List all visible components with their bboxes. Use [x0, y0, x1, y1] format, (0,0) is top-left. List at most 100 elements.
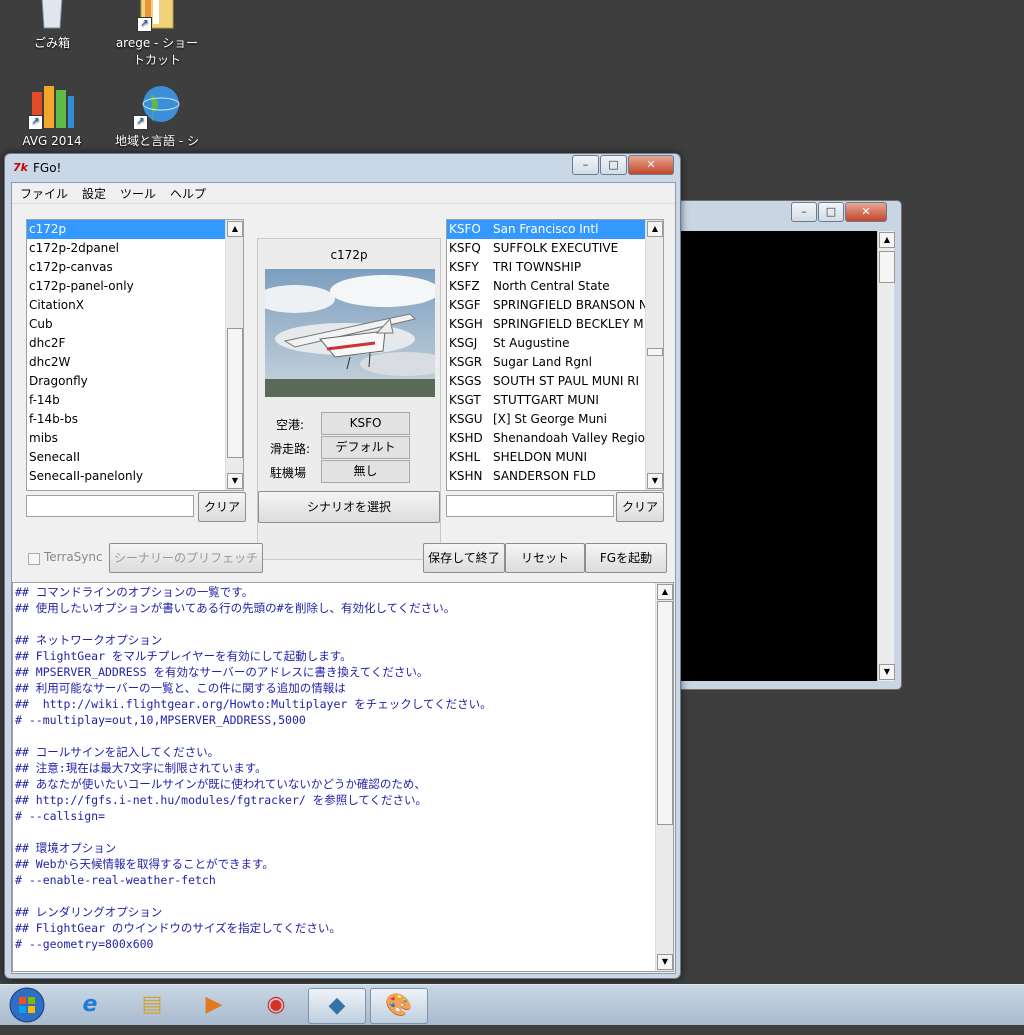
menu-tools[interactable]: ツール [120, 185, 156, 202]
select-scenario-button[interactable]: シナリオを選択 [258, 491, 440, 523]
aircraft-search-input[interactable] [26, 495, 194, 517]
start-orb-icon [9, 987, 45, 1023]
desktop-icon-arege-shortcut[interactable]: ↗ arege - ショートカット [112, 0, 202, 69]
config-line: ## http://wiki.flightgear.org/Howto:Mult… [15, 697, 492, 711]
taskbar-chrome[interactable]: ◉ [248, 988, 304, 1022]
airport-clear-button[interactable]: クリア [616, 492, 664, 522]
command-line-options-textarea[interactable]: ## コマンドラインのオプションの一覧です。 ## 使用したいオプションが書いてあ… [12, 582, 674, 972]
airport-search-input[interactable] [446, 495, 614, 517]
scroll-up-button[interactable]: ▲ [227, 221, 243, 237]
taskbar-paint[interactable]: 🎨 [370, 988, 428, 1024]
taskbar-internet-explorer[interactable]: e [62, 988, 118, 1022]
background-window[interactable]: – □ ✕ ▲ ▼ [660, 200, 902, 690]
aircraft-list-item[interactable]: SenecaII [27, 448, 243, 467]
textarea-scrollbar[interactable]: ▲ ▼ [655, 583, 673, 971]
menu-file[interactable]: ファイル [20, 185, 68, 202]
aircraft-list-item[interactable]: mibs [27, 429, 243, 448]
aircraft-list-item[interactable]: SenecaII-panelonly [27, 467, 243, 486]
scroll-up-button[interactable]: ▲ [657, 584, 673, 600]
aircraft-list[interactable]: c172p c172p-2dpanel c172p-canvas c172p-pane… [26, 219, 244, 491]
airport-list-item[interactable]: KSGR Sugar Land Rgnl [447, 353, 663, 372]
scroll-thumb[interactable] [647, 348, 663, 356]
scenery-prefetch-button[interactable]: シーナリーのプリフェッチ [109, 543, 263, 573]
minimize-button[interactable]: – [572, 155, 599, 175]
airport-list-item[interactable]: KSGT STUTTGART MUNI [447, 391, 663, 410]
aircraft-list-item[interactable]: c172p-2dpanel [27, 239, 243, 258]
airport-name: SOUTH ST PAUL MUNI RI [493, 374, 640, 388]
airport-list-item[interactable]: KSHN SANDERSON FLD [447, 467, 663, 486]
scroll-thumb[interactable] [227, 328, 243, 458]
aircraft-list-item[interactable]: f-14b [27, 391, 243, 410]
aircraft-list-item[interactable]: c172p-panel-only [27, 277, 243, 296]
scroll-up-button[interactable]: ▲ [647, 221, 663, 237]
internet-explorer-icon: e [82, 992, 98, 1017]
airport-list-scrollbar[interactable]: ▲ ▼ [645, 220, 663, 490]
airport-code: KSHN [449, 469, 483, 483]
taskbar-media-player[interactable]: ▶ [186, 988, 242, 1022]
launch-fg-button[interactable]: FGを起動 [585, 543, 667, 573]
airport-list-item[interactable]: KSHD Shenandoah Valley Region [447, 429, 663, 448]
fgo-window[interactable]: 7k FGo! – □ ✕ ファイル 設定 ツール ヘルプ c172p c172p… [4, 153, 681, 979]
runway-value[interactable]: デフォルト [321, 436, 410, 459]
scroll-up-button[interactable]: ▲ [879, 232, 895, 248]
reset-button[interactable]: リセット [505, 543, 585, 573]
scroll-down-button[interactable]: ▼ [657, 954, 673, 970]
aircraft-list-item[interactable]: dhc2F [27, 334, 243, 353]
menu-settings[interactable]: 設定 [82, 185, 106, 202]
maximize-button[interactable]: □ [818, 202, 844, 222]
airport-list-item[interactable]: KSGH SPRINGFIELD BECKLEY M [447, 315, 663, 334]
scroll-thumb[interactable] [879, 251, 895, 283]
config-line: ## 注意:現在は最大7文字に制限されています。 [15, 761, 267, 775]
aircraft-list-item[interactable]: Cub [27, 315, 243, 334]
config-line: ## 使用したいオプションが書いてある行の先頭の#を削除し、有効化してください。 [15, 601, 456, 615]
airport-list-item[interactable]: KSFO San Francisco Intl [447, 220, 663, 239]
airport-list[interactable]: KSFO San Francisco Intl KSFQ SUFFOLK EXECUT… [446, 219, 664, 491]
airport-value[interactable]: KSFO [321, 412, 410, 435]
start-button[interactable] [2, 987, 52, 1023]
taskbar: e ▤ ▶ ◉ ◆ 🎨 [0, 984, 1024, 1025]
runway-label: 滑走路: [270, 442, 311, 456]
minimize-button[interactable]: – [791, 202, 817, 222]
airport-list-item[interactable]: KSFY TRI TOWNSHIP [447, 258, 663, 277]
shortcut-arrow-icon: ↗ [133, 115, 148, 130]
close-button[interactable]: ✕ [628, 155, 674, 175]
vertical-scrollbar[interactable]: ▲ ▼ [877, 231, 895, 681]
scroll-down-button[interactable]: ▼ [227, 473, 243, 489]
airport-code: KSGT [449, 393, 481, 407]
aircraft-clear-button[interactable]: クリア [198, 492, 246, 522]
airport-list-item[interactable]: KSGF SPRINGFIELD BRANSON N [447, 296, 663, 315]
scroll-down-button[interactable]: ▼ [647, 473, 663, 489]
parking-label: 駐機場 [270, 466, 307, 480]
aircraft-list-scrollbar[interactable]: ▲ ▼ [225, 220, 243, 490]
aircraft-list-item[interactable]: CitationX [27, 296, 243, 315]
scroll-thumb[interactable] [657, 601, 673, 825]
airport-code: KSGH [449, 317, 483, 331]
aircraft-list-item[interactable]: f-14b-bs [27, 410, 243, 429]
desktop-icon-avg[interactable]: ↗ AVG 2014 [7, 82, 97, 150]
close-button[interactable]: ✕ [845, 202, 887, 222]
airport-list-item[interactable]: KSGU [X] St George Muni [447, 410, 663, 429]
taskbar-file-explorer[interactable]: ▤ [124, 988, 180, 1022]
desktop-icon-recycle-bin[interactable]: ごみ箱 [7, 0, 97, 52]
terrasync-checkbox[interactable] [28, 553, 40, 565]
config-line [13, 888, 673, 904]
airport-name: TRI TOWNSHIP [493, 260, 582, 274]
aircraft-list-item[interactable]: Dragonfly [27, 372, 243, 391]
airport-list-item[interactable]: KSFZ North Central State [447, 277, 663, 296]
aircraft-list-item[interactable]: c172p [27, 220, 243, 239]
paint-icon: 🎨 [385, 993, 413, 1018]
taskbar-python[interactable]: ◆ [308, 988, 366, 1024]
parking-value[interactable]: 無し [321, 460, 410, 483]
airport-list-item[interactable]: KSFQ SUFFOLK EXECUTIVE [447, 239, 663, 258]
scroll-down-button[interactable]: ▼ [879, 664, 895, 680]
aircraft-list-item[interactable]: c172p-canvas [27, 258, 243, 277]
menu-help[interactable]: ヘルプ [170, 185, 206, 202]
maximize-button[interactable]: □ [600, 155, 627, 175]
aircraft-list-item[interactable]: dhc2W [27, 353, 243, 372]
airport-list-item[interactable]: KSGJ St Augustine [447, 334, 663, 353]
airport-list-item[interactable]: KSGS SOUTH ST PAUL MUNI RI [447, 372, 663, 391]
airport-list-item[interactable]: KSHL SHELDON MUNI [447, 448, 663, 467]
save-quit-button[interactable]: 保存して終了 [423, 543, 505, 573]
menu-bar: ファイル 設定 ツール ヘルプ [12, 183, 675, 204]
title-bar[interactable]: 7k FGo! – □ ✕ [5, 154, 680, 182]
